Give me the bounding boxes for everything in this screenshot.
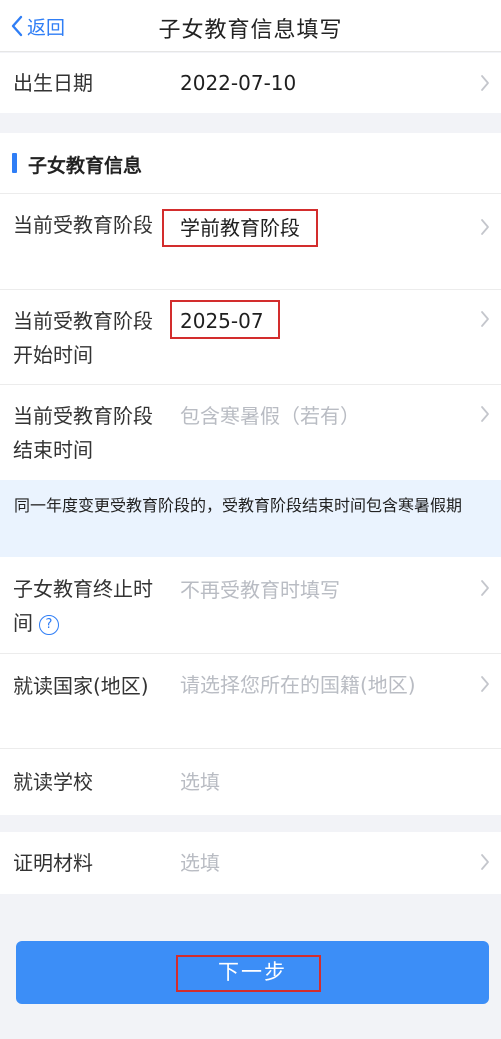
stage-start-label: 当前受教育阶段开始时间 bbox=[13, 309, 153, 367]
chevron-right-icon bbox=[481, 311, 489, 327]
school-row[interactable]: 就读学校 选填 bbox=[0, 749, 501, 815]
notice-banner: 同一年度变更受教育阶段的，受教育阶段结束时间包含寒暑假期 bbox=[0, 480, 501, 557]
proof-label: 证明材料 bbox=[13, 851, 93, 875]
stage-end-label: 当前受教育阶段结束时间 bbox=[13, 404, 153, 462]
highlight-box bbox=[170, 300, 280, 339]
birth-date-label: 出生日期 bbox=[13, 71, 93, 95]
birth-card: 出生日期 2022-07-10 bbox=[0, 53, 501, 113]
school-input: 选填 bbox=[180, 770, 220, 794]
chevron-right-icon bbox=[481, 676, 489, 692]
birth-date-row[interactable]: 出生日期 2022-07-10 bbox=[0, 53, 501, 113]
chevron-right-icon bbox=[481, 580, 489, 596]
country-label: 就读国家(地区) bbox=[13, 674, 149, 698]
nav-bar: 返回 子女教育信息填写 bbox=[0, 0, 501, 52]
chevron-right-icon bbox=[481, 406, 489, 422]
terminate-label: 子女教育终止时间? bbox=[13, 572, 153, 640]
stage-row[interactable]: 当前受教育阶段 学前教育阶段 bbox=[0, 194, 501, 290]
highlight-box bbox=[176, 955, 321, 992]
section-title: 子女教育信息 bbox=[28, 155, 143, 177]
stage-label: 当前受教育阶段 bbox=[13, 213, 153, 237]
school-label: 就读学校 bbox=[13, 770, 93, 794]
highlight-box bbox=[162, 209, 318, 247]
country-select: 请选择您所在的国籍(地区) bbox=[180, 673, 416, 697]
terminate-input: 不再受教育时填写 bbox=[180, 578, 340, 602]
education-card: 当前受教育阶段 学前教育阶段 当前受教育阶段开始时间 2025-07 当前受教育… bbox=[0, 194, 501, 480]
detail-card: 子女教育终止时间? 不再受教育时填写 就读国家(地区) 请选择您所在的国籍(地区… bbox=[0, 557, 501, 815]
birth-date-value: 2022-07-10 bbox=[180, 71, 297, 95]
stage-start-row[interactable]: 当前受教育阶段开始时间 2025-07 bbox=[0, 290, 501, 385]
proof-card: 证明材料 选填 bbox=[0, 832, 501, 894]
section-header: 子女教育信息 bbox=[0, 133, 501, 194]
proof-input: 选填 bbox=[180, 851, 220, 875]
section-accent-bar bbox=[12, 153, 17, 173]
chevron-right-icon bbox=[481, 854, 489, 870]
country-row[interactable]: 就读国家(地区) 请选择您所在的国籍(地区) bbox=[0, 654, 501, 749]
page-title: 子女教育信息填写 bbox=[158, 18, 343, 43]
proof-row[interactable]: 证明材料 选填 bbox=[0, 832, 501, 894]
stage-end-input: 包含寒暑假（若有） bbox=[180, 404, 360, 428]
notice-text: 同一年度变更受教育阶段的，受教育阶段结束时间包含寒暑假期 bbox=[14, 496, 463, 515]
chevron-right-icon bbox=[481, 219, 489, 235]
stage-end-row[interactable]: 当前受教育阶段结束时间 包含寒暑假（若有） bbox=[0, 385, 501, 480]
terminate-row[interactable]: 子女教育终止时间? 不再受教育时填写 bbox=[0, 557, 501, 654]
question-circle-icon[interactable]: ? bbox=[39, 614, 59, 635]
chevron-right-icon bbox=[481, 75, 489, 91]
terminate-label-text: 子女教育终止时间 bbox=[13, 577, 153, 635]
